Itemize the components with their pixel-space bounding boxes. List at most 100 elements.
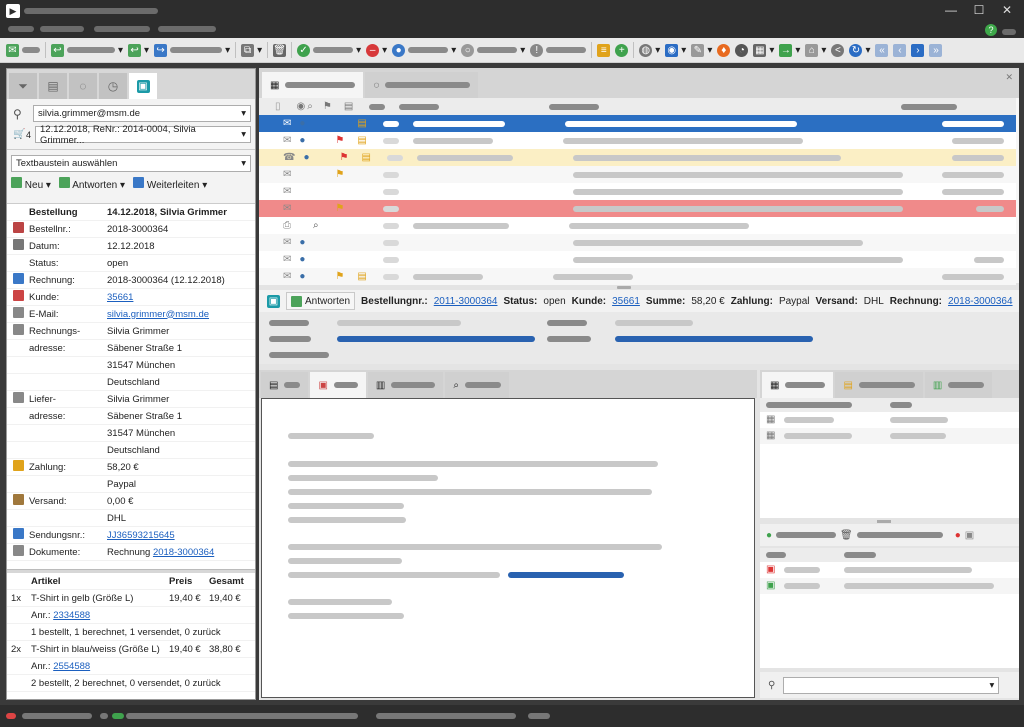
tab-notes[interactable]: ▤ — [835, 372, 923, 398]
status-bar — [0, 705, 1024, 727]
calc-button[interactable]: ▦ ▾ — [753, 43, 774, 57]
document-link[interactable]: 2018-3000364 — [153, 547, 214, 558]
tab-text[interactable]: ▤ — [261, 372, 309, 398]
new-mail-button[interactable]: ✉ — [6, 43, 40, 57]
tab-filter[interactable]: ⏷ — [9, 73, 37, 99]
done-button[interactable]: ✓ ▾ — [297, 43, 361, 57]
payment-icon — [12, 460, 24, 471]
menu-item[interactable] — [158, 26, 216, 32]
minimize-icon[interactable]: — — [940, 2, 962, 18]
order-select[interactable]: 12.12.2018, ReNr.: 2014-0004, Silvia Gri… — [35, 124, 251, 146]
tab-html[interactable]: ▣ — [310, 372, 366, 398]
menu-item[interactable] — [8, 26, 34, 32]
tab-chat-list[interactable]: ◌ — [365, 72, 479, 98]
table-row[interactable]: ⎙ ⌕ — [259, 217, 1016, 234]
help-icon[interactable]: ? — [985, 24, 997, 36]
contact-card-icon[interactable]: ▣ — [965, 530, 974, 541]
reply-button[interactable]: ↩ ▾ — [51, 43, 123, 57]
table-row[interactable]: ✉ ● ▤ — [259, 115, 1016, 132]
refresh-button[interactable]: ↻ ▾ — [849, 43, 870, 57]
block-button[interactable]: – ▾ — [366, 43, 387, 57]
contact-search-input[interactable]: ▾ — [783, 676, 1000, 694]
share-icon: < — [831, 43, 845, 57]
close-icon[interactable]: ✕ — [996, 2, 1018, 18]
forward-button[interactable]: ↪ ▾ — [154, 43, 230, 57]
customer-link[interactable]: 35661 — [612, 296, 640, 307]
list-item[interactable]: ▦ — [760, 412, 1019, 428]
tab-attachments[interactable]: ⌕ — [445, 372, 509, 398]
table-row[interactable]: ✉ ⚑ — [259, 166, 1016, 183]
nav-prev-button[interactable]: ‹ — [893, 43, 907, 57]
priority-button[interactable]: ♦ — [717, 43, 731, 57]
info-button[interactable]: ! — [530, 43, 587, 57]
detail-label: Zahlung: — [29, 461, 66, 473]
note-button[interactable]: ≡ — [597, 43, 611, 57]
share-button[interactable]: < — [831, 43, 845, 57]
detail-row: E-Mail: silvia.grimmer@msm.de — [7, 306, 255, 323]
list-item[interactable]: ▦ — [760, 428, 1019, 444]
invoice-link[interactable]: 2018-3000364 — [948, 296, 1013, 307]
cart-icon — [12, 222, 24, 233]
user-add-icon[interactable]: ● — [766, 530, 772, 541]
stats-button[interactable]: ◔ — [735, 43, 749, 57]
menu-item[interactable] — [94, 26, 150, 32]
anr-link[interactable]: 2554588 — [53, 661, 90, 672]
nav-first-button[interactable]: « — [875, 43, 889, 57]
email-select[interactable]: silvia.grimmer@msm.de ▾ — [33, 105, 251, 122]
tag-button[interactable]: ⌂ ▾ — [805, 43, 826, 57]
tab-related[interactable]: ▦ — [762, 372, 834, 398]
table-row[interactable]: ✉ ⚑ — [259, 200, 1016, 217]
tab-source[interactable]: ▥ — [367, 372, 444, 398]
tab-history[interactable]: ▥ — [924, 372, 993, 398]
nav-last-button[interactable]: » — [929, 43, 943, 57]
search-user-button[interactable]: ○ ▾ — [461, 43, 525, 57]
order-link[interactable]: 2011-3000364 — [434, 296, 498, 307]
textblock-select-value: Textbaustein auswählen — [16, 158, 118, 169]
reply-button[interactable]: Antworten — [286, 292, 356, 310]
source-icon: ▥ — [375, 379, 386, 391]
export-button[interactable]: → ▾ — [779, 43, 800, 57]
textblock-select[interactable]: Textbaustein auswählen ▾ — [11, 155, 251, 172]
detail-value[interactable]: 35661 — [107, 292, 133, 303]
reply-all-button[interactable]: ↩ ▾ — [128, 43, 149, 57]
tab-chat[interactable]: ◌ — [69, 73, 97, 99]
article-total: 38,80 € — [209, 643, 241, 655]
detail-row: Liefer- Silvia Grimmer — [7, 391, 255, 408]
reply-button[interactable]: Antworten ▾ — [58, 177, 125, 191]
tab-order[interactable]: ▣ — [129, 73, 157, 99]
forward-button[interactable]: Weiterleiten ▾ — [133, 177, 207, 191]
copy-button[interactable]: ⧉ ▾ — [241, 43, 262, 57]
list-item[interactable]: ▣ — [760, 562, 1019, 578]
tab-mail-list[interactable]: ▦ — [262, 72, 364, 98]
detail-value[interactable]: silvia.grimmer@msm.de — [107, 309, 209, 320]
detail-value: Silvia Grimmer — [107, 325, 170, 337]
user-remove-icon[interactable]: ● — [955, 530, 961, 541]
view-button[interactable]: ◉ ▾ — [665, 43, 686, 57]
table-row[interactable]: ✉ ● ⚑ ▤ — [259, 132, 1016, 149]
table-row[interactable]: ✉ — [259, 183, 1016, 200]
edit-button[interactable]: ✎ ▾ — [691, 43, 712, 57]
nav-next-button[interactable]: › — [911, 43, 925, 57]
tab-clock[interactable]: ◷ — [99, 73, 127, 99]
article-qty: 1x — [11, 592, 22, 604]
trash-icon[interactable]: 🗑 — [840, 530, 853, 541]
menu-item[interactable] — [40, 26, 84, 32]
list-item[interactable]: ▣ — [760, 578, 1019, 594]
maximize-icon[interactable]: ☐ — [968, 2, 990, 18]
user-add-button[interactable]: + — [615, 43, 629, 57]
new-button[interactable]: Neu ▾ — [11, 177, 51, 191]
user-col-icon: ◉ — [296, 101, 306, 112]
detail-value[interactable]: JJ36593215645 — [107, 530, 175, 541]
reply-label: Antworten — [305, 295, 351, 307]
delete-button[interactable]: 🗑 — [273, 43, 287, 57]
table-row[interactable]: ✉ ● — [259, 251, 1016, 268]
close-icon[interactable]: ✕ — [1005, 72, 1013, 83]
table-row[interactable]: ✉ ● — [259, 234, 1016, 251]
table-row[interactable]: ☎ ● ⚑ ▤ — [259, 149, 1016, 166]
globe-button[interactable]: ◍ ▾ — [639, 43, 660, 57]
anr-link[interactable]: 2334588 — [53, 610, 90, 621]
tab-notes[interactable]: ▤ — [39, 73, 67, 99]
assign-button[interactable]: ● ▾ — [392, 43, 456, 57]
detail-label: Rechnungs- — [29, 325, 81, 337]
table-row[interactable]: ✉ ● ⚑ ▤ — [259, 268, 1016, 285]
